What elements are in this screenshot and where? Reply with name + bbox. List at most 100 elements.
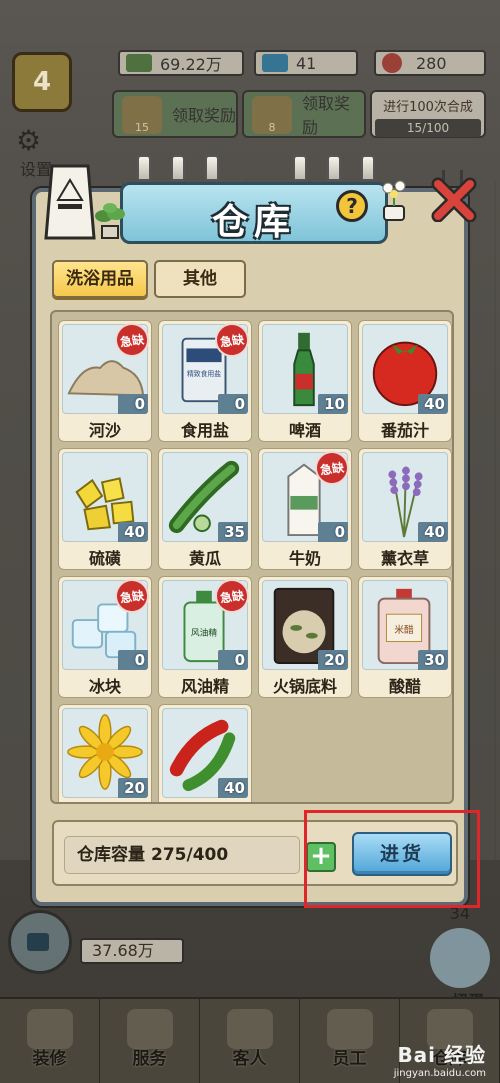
reward-badge: 15: [122, 96, 162, 134]
item-name: 河沙: [88, 421, 121, 440]
bottom-money: 37.68万: [80, 938, 184, 964]
item-quantity: 0: [318, 522, 348, 542]
category-tabs: 洗浴用品 其他: [52, 260, 246, 298]
inventory-item[interactable]: 急缺 0 牛奶: [258, 448, 352, 570]
claim-label: 领取奖励: [172, 106, 237, 125]
cash-value: 69.22万: [160, 55, 222, 74]
inventory-item[interactable]: 40 薰衣草: [358, 448, 452, 570]
inventory-item[interactable]: 20 菊花: [58, 704, 152, 802]
inventory-item[interactable]: 10 啤酒: [258, 320, 352, 442]
item-name: 啤酒: [288, 421, 321, 440]
brush-icon: [26, 1009, 73, 1049]
claim-label: 领取奖励: [302, 94, 351, 137]
nav-label: 员工: [332, 1049, 367, 1069]
synth-task-label: 进行100次合成: [383, 100, 473, 115]
item-quantity: 10: [318, 394, 348, 414]
inventory-item[interactable]: 20 火锅底料: [258, 576, 352, 698]
watermark-brand: Bai 经验: [397, 1043, 486, 1067]
inventory-grid-container[interactable]: 急缺 0 河沙 精致食用盐 急缺 0 食用盐 10 啤酒 40 番茄汁 40 硫磺 35 黄瓜 急缺 0 牛奶 40…: [50, 310, 454, 804]
cash-counter: 69.22万: [118, 50, 244, 76]
plant-icon: [95, 203, 125, 239]
inventory-item[interactable]: 精致食用盐 急缺 0 食用盐: [158, 320, 252, 442]
inventory-item[interactable]: 40 辣椒: [158, 704, 252, 802]
inventory-item[interactable]: 米醋 30 酸醋: [358, 576, 452, 698]
header-pins: [123, 155, 385, 185]
item-quantity: 40: [218, 778, 248, 798]
pin-icon: [171, 155, 185, 181]
svg-text:米醋: 米醋: [394, 623, 414, 636]
wet-floor-sign-icon: [44, 164, 96, 240]
flower-pot-icon: [382, 180, 406, 221]
claim-reward-button-2[interactable]: 8 领取奖励: [242, 90, 366, 138]
inventory-item[interactable]: 风油精 急缺 0 风油精: [158, 576, 252, 698]
item-name: 风油精: [180, 677, 229, 696]
pin-icon: [361, 155, 375, 181]
rose-value: 280: [416, 53, 447, 73]
help-icon[interactable]: ?: [336, 190, 368, 222]
capacity-display: 仓库容量 275/400: [64, 836, 300, 874]
nav-service[interactable]: 服务: [100, 999, 200, 1083]
svg-text:精致食用盐: 精致食用盐: [187, 369, 221, 378]
service-icon: [126, 1009, 173, 1049]
item-quantity: 0: [118, 650, 148, 670]
item-quantity: 40: [118, 522, 148, 542]
item-quantity: 30: [418, 650, 448, 670]
level-badge[interactable]: 4: [12, 52, 72, 112]
gacha-icon[interactable]: [430, 928, 490, 988]
staff-icon: [326, 1009, 373, 1049]
inventory-item[interactable]: 40 番茄汁: [358, 320, 452, 442]
close-icon[interactable]: [430, 170, 478, 222]
rose-icon: [382, 53, 402, 73]
inventory-grid: 急缺 0 河沙 精致食用盐 急缺 0 食用盐 10 啤酒 40 番茄汁 40 硫磺 35 黄瓜 急缺 0 牛奶 40…: [58, 320, 452, 802]
item-name: 菊花: [59, 801, 151, 802]
diamond-icon: [262, 54, 288, 72]
nav-label: 装修: [32, 1049, 67, 1069]
pin-icon: [293, 155, 307, 181]
item-name: 黄瓜: [188, 549, 221, 568]
gear-icon[interactable]: ⚙: [16, 124, 41, 157]
nav-guests[interactable]: 客人: [200, 999, 300, 1083]
svg-text:风油精: 风油精: [191, 627, 218, 639]
nav-staff[interactable]: 员工: [300, 999, 400, 1083]
item-quantity: 20: [118, 778, 148, 798]
item-name: 辣椒: [159, 801, 251, 802]
item-quantity: 0: [118, 394, 148, 414]
item-name: 酸醋: [388, 677, 421, 696]
inventory-item[interactable]: 40 硫磺: [58, 448, 152, 570]
highlight-annotation: [304, 810, 480, 908]
item-name: 薰衣草: [380, 549, 429, 568]
item-name: 火锅底料: [272, 677, 337, 696]
rose-counter: 280: [374, 50, 486, 76]
pin-icon: [205, 155, 219, 181]
top-bar: 4 69.22万 41 280 15 领取奖励 8 领取奖励 进行100次合成 15…: [0, 0, 500, 180]
item-name: 食用盐: [180, 421, 229, 440]
claim-reward-button-1[interactable]: 15 领取奖励: [112, 90, 238, 138]
cash-icon: [126, 54, 152, 72]
item-name: 牛奶: [288, 549, 321, 568]
pin-icon: [137, 155, 151, 181]
nav-decorate[interactable]: 装修: [0, 999, 100, 1083]
video-reward-icon[interactable]: [8, 910, 72, 974]
pin-icon: [327, 155, 341, 181]
item-quantity: 40: [418, 522, 448, 542]
diamond-value: 41: [296, 53, 317, 73]
item-quantity: 20: [318, 650, 348, 670]
item-quantity: 0: [218, 650, 248, 670]
tab-toiletries[interactable]: 洗浴用品: [52, 260, 148, 298]
watermark-url: jingyan.baidu.com: [393, 1068, 486, 1079]
item-quantity: 35: [218, 522, 248, 542]
item-name: 冰块: [88, 677, 121, 696]
item-quantity: 0: [218, 394, 248, 414]
inventory-item[interactable]: 35 黄瓜: [158, 448, 252, 570]
capacity-value: 275/400: [151, 845, 229, 865]
diamond-counter: 41: [254, 50, 358, 76]
item-quantity: 40: [418, 394, 448, 414]
capacity-label: 仓库容量: [77, 845, 145, 865]
watermark: Bai 经验 jingyan.baidu.com: [394, 1039, 486, 1079]
synth-task[interactable]: 进行100次合成 15/100: [370, 90, 486, 138]
synth-progress: 15/100: [375, 119, 481, 137]
nav-label: 服务: [132, 1049, 167, 1069]
inventory-item[interactable]: 急缺 0 河沙: [58, 320, 152, 442]
inventory-item[interactable]: 急缺 0 冰块: [58, 576, 152, 698]
tab-other[interactable]: 其他: [154, 260, 246, 298]
